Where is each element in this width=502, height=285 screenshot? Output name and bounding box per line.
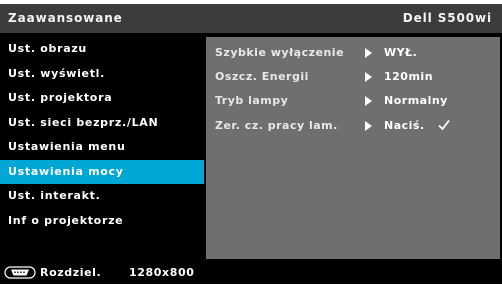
settings-panel: Szybkie wyłączenie WYŁ. Oszcz. Energii 1… [206,37,500,259]
setting-value: Normalny [384,94,448,107]
projector-model: Dell S500wi [402,11,492,25]
setting-label: Tryb lampy [215,94,289,107]
setting-row-power-saving[interactable]: Oszcz. Energii 120min [206,66,500,88]
menu-item-display-settings[interactable]: Ust. wyświetl. [0,62,204,87]
setting-row-lamp-mode[interactable]: Tryb lampy Normalny [206,90,500,112]
osd-header: Zaawansowane Dell S500wi [0,4,502,33]
arrow-right-icon [365,72,372,82]
menu-item-image-settings[interactable]: Ust. obrazu [0,37,204,62]
menu-item-projector-settings[interactable]: Ust. projektora [0,86,204,111]
menu-item-projector-info[interactable]: Inf o projektorze [0,209,204,234]
vga-connector-icon [4,266,36,279]
main-menu: Ust. obrazu Ust. wyświetl. Ust. projekto… [0,37,204,233]
menu-item-power-settings[interactable]: Ustawienia mocy [0,159,204,184]
status-footer: Rozdziel. 1280x800 [0,261,502,285]
menu-title: Zaawansowane [8,11,123,25]
setting-row-lamp-hour-reset[interactable]: Zer. cz. pracy lam. Naciś. [206,115,500,137]
setting-row-quick-shutdown[interactable]: Szybkie wyłączenie WYŁ. [206,42,500,64]
resolution-label: Rozdziel. [40,266,102,279]
arrow-right-icon [365,96,372,106]
menu-item-interactive-settings[interactable]: Ust. interakt. [0,184,204,209]
setting-value: Naciś. [384,119,425,132]
arrow-right-icon [365,48,372,58]
setting-value: 120min [384,70,434,83]
setting-label: Szybkie wyłączenie [215,46,345,59]
menu-item-wireless-lan-settings[interactable]: Ust. sieci bezprz./LAN [0,111,204,136]
setting-label: Oszcz. Energii [215,70,309,83]
menu-item-menu-settings[interactable]: Ustawienia menu [0,135,204,160]
setting-value: WYŁ. [384,46,418,59]
arrow-right-icon [365,121,372,131]
setting-label: Zer. cz. pracy lam. [215,119,338,132]
check-icon [438,119,450,131]
resolution-value: 1280x800 [129,266,195,279]
